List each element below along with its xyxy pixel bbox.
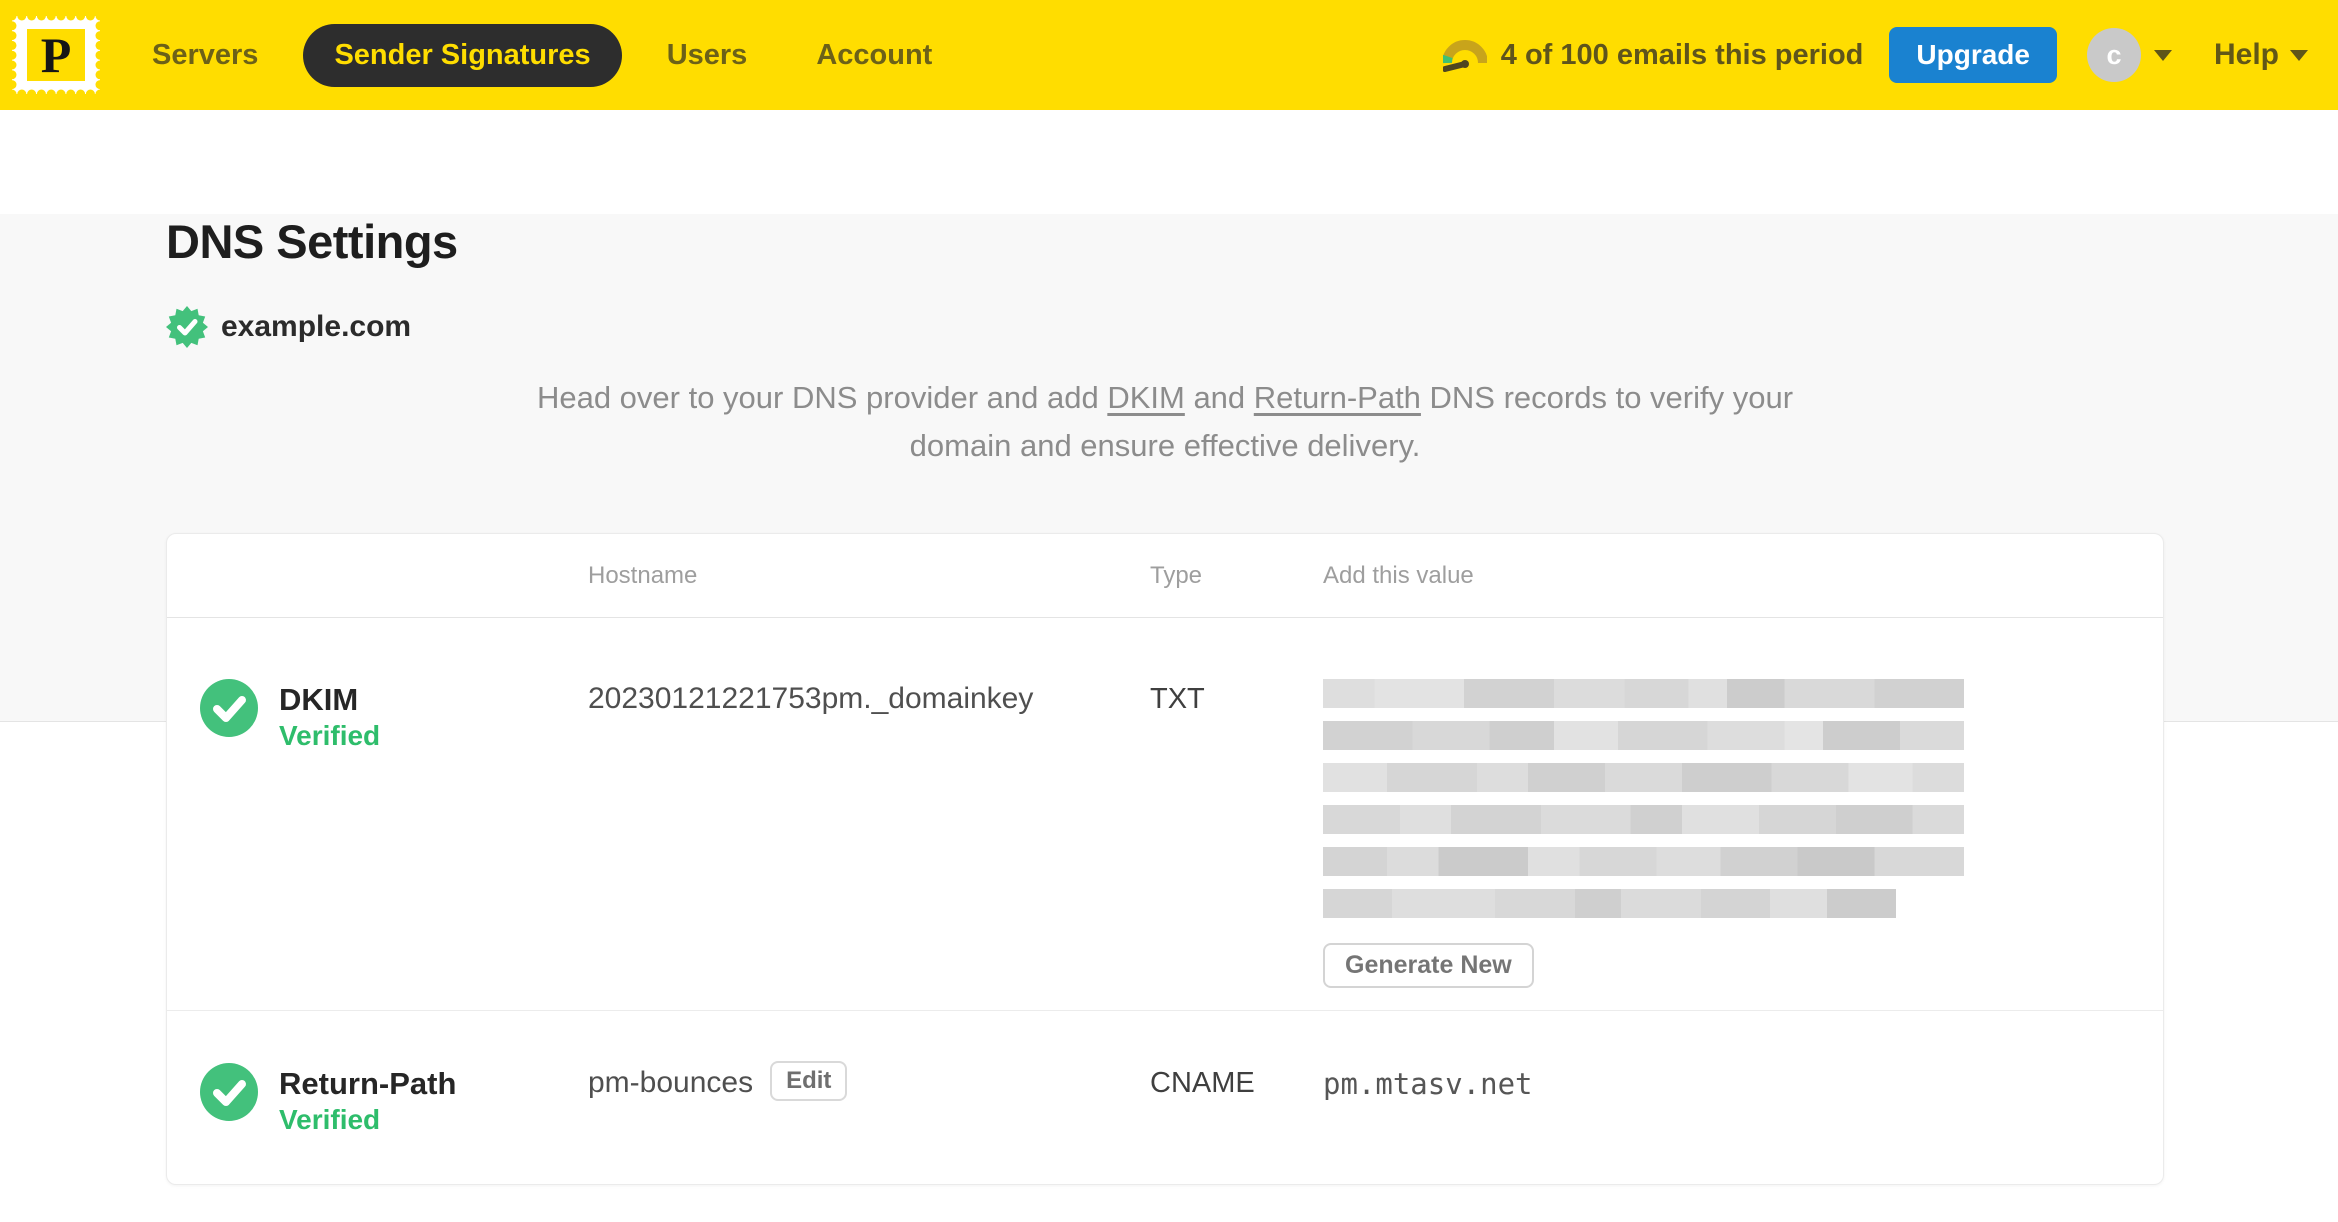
dkim-value-cell: Generate New bbox=[1323, 679, 2163, 1010]
primary-nav: Servers Sender Signatures Users Account bbox=[152, 23, 932, 87]
return-path-hostname: pm-bounces bbox=[588, 1066, 754, 1099]
return-path-status-cell: Return-Path Verified bbox=[167, 1063, 588, 1184]
nav-item-servers[interactable]: Servers bbox=[152, 39, 258, 72]
return-path-record-type: CNAME bbox=[1150, 1067, 1255, 1099]
intro-text-between: and bbox=[1184, 380, 1254, 415]
verified-check-icon bbox=[200, 679, 258, 737]
intro-text: Head over to your DNS provider and add D… bbox=[530, 374, 1800, 470]
record-name: DKIM bbox=[279, 682, 359, 717]
verified-seal-icon bbox=[166, 306, 208, 348]
dns-records-table: Hostname Type Add this value DKIM Verifi… bbox=[166, 533, 2164, 1185]
column-header-value: Add this value bbox=[1323, 561, 1474, 589]
chevron-down-icon bbox=[2290, 49, 2308, 61]
edit-button[interactable]: Edit bbox=[770, 1061, 848, 1101]
verified-domain: example.com bbox=[166, 306, 2164, 348]
page-title: DNS Settings bbox=[166, 215, 458, 268]
column-header-type: Type bbox=[1150, 561, 1203, 589]
dkim-record-type: TXT bbox=[1150, 683, 1205, 715]
nav-item-sender-signatures[interactable]: Sender Signatures bbox=[303, 23, 622, 87]
nav-right-cluster: 4 of 100 emails this period Upgrade c He… bbox=[1442, 27, 2308, 83]
return-path-value: pm.mtasv.net bbox=[1323, 1067, 1533, 1101]
redacted-value-bar bbox=[1323, 721, 1964, 750]
redacted-value-bar bbox=[1323, 889, 1896, 918]
generate-new-button[interactable]: Generate New bbox=[1323, 943, 1534, 988]
help-menu[interactable]: Help bbox=[2214, 38, 2308, 72]
domain-name: example.com bbox=[221, 310, 412, 343]
table-row-return-path: Return-Path Verified pm-bounces Edit CNA… bbox=[167, 1010, 2163, 1184]
usage-gauge-icon bbox=[1442, 40, 1487, 72]
table-header-row: Hostname Type Add this value bbox=[167, 534, 2163, 618]
redacted-value-bar bbox=[1323, 763, 1964, 792]
account-menu[interactable]: c bbox=[2086, 28, 2172, 82]
status-badge: Verified bbox=[279, 1104, 381, 1135]
help-label: Help bbox=[2213, 38, 2279, 71]
main-content: DNS Settings example.com Head over to yo… bbox=[0, 214, 2338, 1185]
return-path-link[interactable]: Return-Path bbox=[1254, 380, 1421, 415]
avatar[interactable]: c bbox=[2086, 28, 2141, 82]
usage-count-link[interactable]: 4 of 100 emails this period bbox=[1501, 39, 1864, 72]
logo-letter: P bbox=[41, 27, 72, 83]
dkim-hostname: 20230121221753pm._domainkey bbox=[588, 682, 1034, 715]
column-header-hostname: Hostname bbox=[588, 561, 698, 589]
intro-text-before: Head over to your DNS provider and add bbox=[536, 380, 1108, 415]
status-badge: Verified bbox=[279, 720, 381, 751]
top-nav: P Servers Sender Signatures Users Accoun… bbox=[0, 0, 2338, 110]
postmark-logo-icon[interactable]: P bbox=[10, 14, 102, 96]
return-path-value-cell: pm.mtasv.net bbox=[1323, 1063, 2163, 1184]
upgrade-button[interactable]: Upgrade bbox=[1889, 27, 2057, 83]
redacted-value-bar bbox=[1323, 847, 1964, 876]
redacted-value-bar bbox=[1323, 679, 1964, 708]
nav-item-users[interactable]: Users bbox=[667, 39, 748, 72]
table-row-dkim: DKIM Verified 20230121221753pm._domainke… bbox=[167, 618, 2163, 1010]
return-path-hostname-cell: pm-bounces Edit bbox=[588, 1061, 1150, 1184]
dkim-status-cell: DKIM Verified bbox=[167, 679, 588, 1010]
nav-item-account[interactable]: Account bbox=[816, 39, 932, 72]
chevron-down-icon bbox=[2153, 49, 2172, 61]
dkim-link[interactable]: DKIM bbox=[1107, 380, 1185, 415]
record-name: Return-Path bbox=[279, 1066, 457, 1101]
verified-check-icon bbox=[200, 1063, 258, 1121]
redacted-value-bar bbox=[1323, 805, 1964, 834]
